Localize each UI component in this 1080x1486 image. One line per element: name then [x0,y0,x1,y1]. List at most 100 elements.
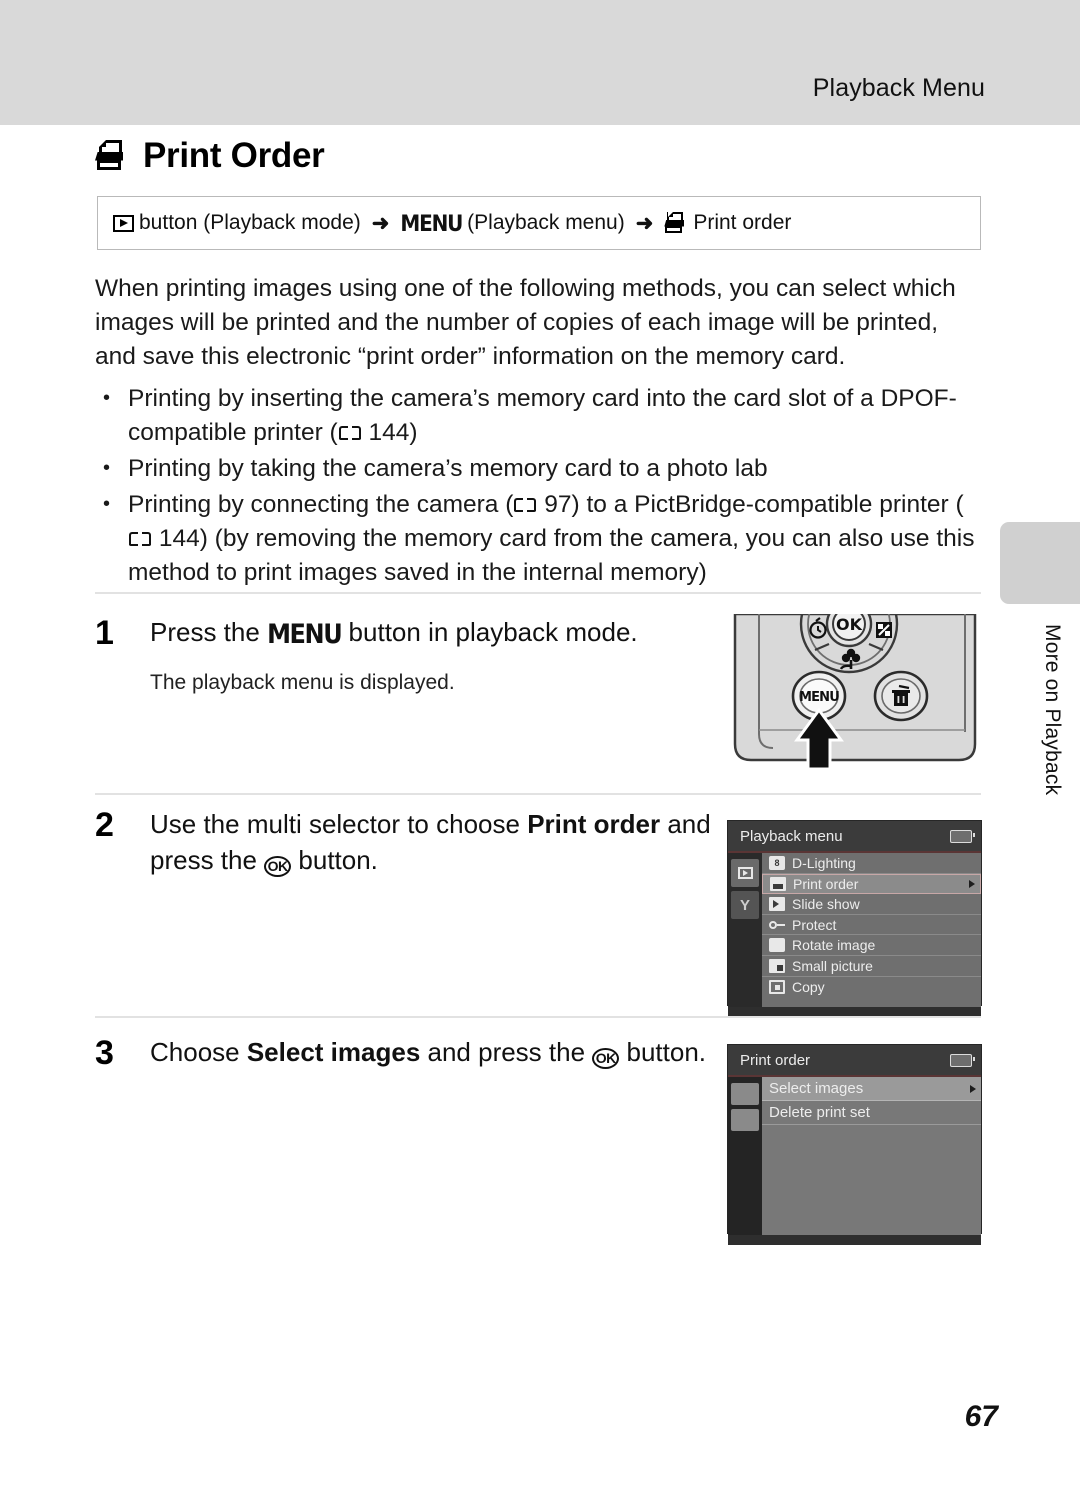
lcd-tab-strip [728,1077,762,1235]
step-2: 2 Use the multi selector to choose Print… [95,806,715,878]
lcd-title-bar: Print order [728,1045,981,1077]
svg-text:MENU: MENU [799,690,839,705]
menu-path-box: button (Playback mode) ➜ MENU (Playback … [97,196,981,250]
lcd-title-text: Print order [740,1051,811,1069]
page-number: 67 [964,1400,998,1433]
step-1-number: 1 [95,614,114,652]
path-segment-menu: MENU (Playback menu) [400,209,625,237]
step-2-menu-name: Print order [527,809,661,839]
bullet-text-after: ) (by removing the memory card from the … [128,525,975,586]
step-2-number: 2 [95,806,114,844]
ok-button-icon: OK [264,856,292,877]
menu-item-small-picture[interactable]: Small picture [762,956,981,977]
chevron-right-icon [970,1084,976,1093]
bullet-text-mid: ) to a PictBridge-compatible printer ( [571,491,964,518]
method-bullet-list: Printing by inserting the camera’s memor… [95,381,985,590]
bullet-ref-page-2: 144 [158,525,200,552]
lcd-tab-setup[interactable]: Y [731,891,759,919]
running-header-title: Playback Menu [812,74,985,102]
book-icon [338,425,361,442]
menu-item-label: Protect [792,916,837,933]
menu-item-label: Print order [793,875,859,892]
printer-icon [95,139,129,173]
menu-item-rotate-image[interactable]: Rotate image [762,935,981,956]
intro-copy: When printing images using one of the fo… [95,272,985,592]
battery-icon [950,1053,975,1067]
list-item: Printing by connecting the camera ( 97) … [95,487,985,590]
path-segment-playback: button (Playback mode) [113,211,361,235]
camera-rear-controls: OK MENU [729,574,981,771]
bullet-text: Printing by taking the camera’s memory c… [128,455,768,482]
chevron-right-icon [969,879,975,888]
step-1: 1 Press the MENU button in playback mode… [95,614,715,698]
menu-button-icon: MENU [267,618,343,650]
slide-show-icon [769,896,785,911]
bullet-text: Printing by inserting the camera’s memor… [128,385,957,446]
step-2-title: Use the multi selector to choose Print o… [150,809,711,877]
menu-item-select-images[interactable]: Select images [762,1077,981,1101]
menu-item-label: Slide show [792,895,860,912]
path-arrow-1: ➜ [371,211,390,235]
step-3-menu-name: Select images [246,1037,421,1067]
ok-button-icon: OK [592,1048,620,1069]
path-segment-menu-label: (Playback menu) [467,211,625,234]
step-3-number: 3 [95,1034,114,1072]
bullet-ref-page: 144 [368,419,410,446]
lcd-title-text: Playback menu [740,827,843,845]
printer-icon-small [664,211,688,235]
path-segment-print-order-label: Print order [693,211,792,234]
menu-item-label: D-Lighting [792,854,856,871]
chapter-thumb-tab [1000,522,1080,604]
step-divider-2 [95,793,981,795]
copy-icon [769,979,785,994]
bullet-text-after: ) [409,419,418,446]
step-1-title: Press the MENU button in playback mode. [150,614,715,652]
playback-button-icon [113,214,134,232]
menu-item-copy[interactable]: Copy [762,977,981,998]
menu-item-print-order[interactable]: Print order [762,873,981,895]
bullet-text: Printing by connecting the camera ( [128,491,514,518]
page-header-band [0,0,1080,125]
intro-paragraph: When printing images using one of the fo… [95,275,956,370]
menu-item-protect[interactable]: Protect [762,915,981,936]
page-title: Print Order [95,136,325,176]
book-icon [514,497,537,514]
lcd-footer-bar [728,1235,981,1245]
step-1-subtext: The playback menu is displayed. [150,671,455,694]
svg-text:OK: OK [836,615,863,634]
step-divider-3 [95,1016,981,1018]
menu-item-slide-show[interactable]: Slide show [762,894,981,915]
step-3: 3 Choose Select images and press the OK … [95,1034,715,1072]
menu-item-delete-print-set[interactable]: Delete print set [762,1101,981,1125]
step-divider-1 [95,592,981,594]
playback-tab-icon [737,867,753,879]
path-segment-print-order: Print order [664,211,791,235]
setup-wrench-tab-icon: Y [739,896,750,914]
lcd-tab-strip: Y [728,853,762,1007]
menu-item-d-lighting[interactable]: 8 D-Lighting [762,853,981,874]
step-3-title: Choose Select images and press the OK bu… [150,1037,707,1069]
rotate-image-icon [769,938,785,953]
menu-item-label: Copy [792,978,825,995]
list-item: Printing by taking the camera’s memory c… [95,451,985,486]
lcd-menu-list: 8 D-Lighting Print order Slide show Prot… [762,853,981,1007]
lcd-menu-list: Select images Delete print set [762,1077,981,1235]
print-order-icon [770,876,786,891]
menu-item-label: Delete print set [769,1104,870,1121]
list-item: Printing by inserting the camera’s memor… [95,381,985,450]
small-picture-icon [769,958,785,973]
battery-icon [950,829,975,843]
chapter-tab-label: More on Playback [1041,624,1064,796]
lcd-tab-playback[interactable] [731,859,759,887]
d-lighting-icon: 8 [769,855,785,870]
lcd-tab-slot-2[interactable] [731,1109,759,1131]
book-icon [129,531,151,548]
path-arrow-2: ➜ [635,211,654,235]
lcd-tab-slot-1[interactable] [731,1083,759,1105]
menu-button-icon: MENU [400,209,463,237]
print-order-screenshot: Print order Select images Delete print s… [727,1044,982,1245]
page-title-text: Print Order [143,136,325,175]
lcd-title-bar: Playback menu [728,821,981,853]
menu-item-label: Rotate image [792,937,876,954]
menu-item-label: Select images [769,1080,864,1097]
